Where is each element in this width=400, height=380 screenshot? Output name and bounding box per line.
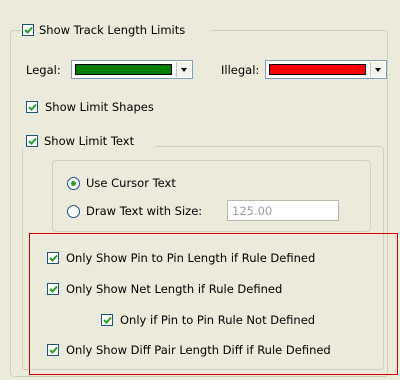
use-cursor-text-label: Use Cursor Text [86,176,176,190]
diff-pair-rule-checkbox[interactable] [47,344,59,356]
legal-label: Legal: [26,63,61,77]
diff-pair-rule-label: Only Show Diff Pair Length Diff if Rule … [66,343,331,357]
text-mode-panel [52,160,371,232]
show-track-length-limits-checkbox[interactable] [22,24,34,36]
check-icon [49,346,58,354]
check-icon [28,103,37,111]
illegal-color-swatch [269,64,366,75]
chevron-down-icon [181,68,187,72]
legal-color-picker[interactable] [71,60,193,79]
illegal-color-picker[interactable] [265,60,387,79]
track-length-limits-legend: Show Track Length Limits [20,20,211,40]
draw-text-with-size-radio[interactable] [67,205,80,218]
pin-to-pin-rule-checkbox[interactable] [47,252,59,264]
check-icon [103,316,112,324]
pin-rule-not-defined-label: Only if Pin to Pin Rule Not Defined [120,313,316,327]
net-length-rule-checkbox[interactable] [47,283,59,295]
illegal-dropdown-button[interactable] [370,62,385,77]
legal-color-swatch [75,64,172,75]
pin-to-pin-rule-label: Only Show Pin to Pin Length if Rule Defi… [66,251,316,265]
text-size-input[interactable]: 125.00 [227,200,339,221]
show-limit-text-label: Show Limit Text [44,134,135,148]
show-track-length-limits-label: Show Track Length Limits [39,23,186,37]
check-icon [49,254,58,262]
check-icon [49,285,58,293]
show-limit-text-legend: Show Limit Text [23,132,155,152]
use-cursor-text-radio[interactable] [67,177,80,190]
radio-selected-dot [71,181,76,186]
chevron-down-icon [375,68,381,72]
show-limit-shapes-checkbox[interactable] [26,101,38,113]
check-icon [24,26,33,34]
draw-text-with-size-label: Draw Text with Size: [86,204,203,218]
illegal-label: Illegal: [221,63,260,77]
check-icon [28,137,37,145]
show-limit-text-checkbox[interactable] [26,135,38,147]
net-length-rule-label: Only Show Net Length if Rule Defined [66,282,283,296]
pin-rule-not-defined-checkbox[interactable] [101,314,113,326]
legal-dropdown-button[interactable] [176,62,191,77]
show-limit-shapes-label: Show Limit Shapes [45,100,154,114]
